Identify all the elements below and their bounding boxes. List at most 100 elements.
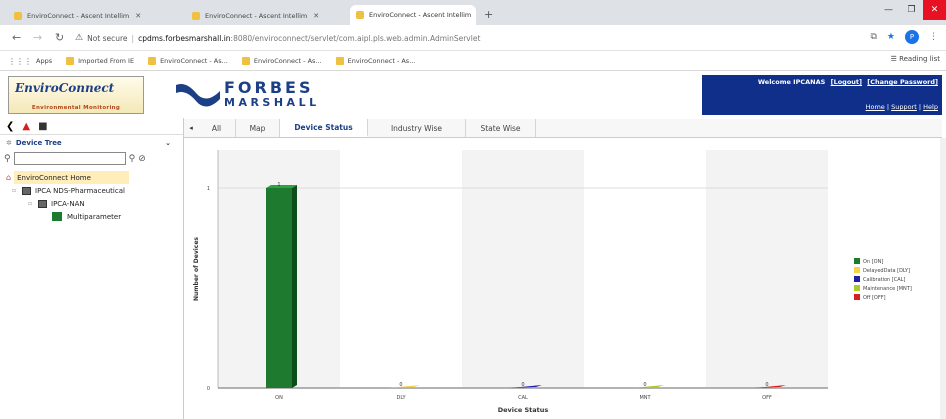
data-label: 0 [765, 382, 768, 388]
tab-industry-wise[interactable]: Industry Wise [368, 119, 466, 137]
support-link[interactable]: Support [891, 103, 917, 111]
window-close-icon[interactable]: ✕ [923, 0, 946, 20]
chart-bar-on [266, 188, 292, 388]
new-tab-icon[interactable]: + [484, 8, 493, 21]
home-link[interactable]: Home [866, 103, 885, 111]
data-label: 1 [277, 182, 280, 188]
sidebar-toolbar: ❮ ▲ ■ [0, 118, 183, 134]
expand-icon[interactable]: ▫ [28, 200, 38, 207]
bookmark-enviroconnect-2[interactable]: EnviroConnect - As... [241, 56, 322, 65]
vehicle-icon[interactable]: ■ [38, 121, 47, 132]
forward-arrow-icon[interactable]: → [33, 31, 42, 44]
chevron-down-icon[interactable]: ⌄ [165, 139, 171, 147]
legend-swatch [854, 294, 860, 300]
tab-state-wise[interactable]: State Wise [466, 119, 536, 137]
address-bar: ← → ↻ ⚠ Not secure | cpdms.forbesmarshal… [0, 25, 946, 51]
tree-node-label: Multiparameter [67, 212, 122, 221]
logo-wave-icon [176, 84, 220, 107]
expand-icon[interactable]: ▫ [12, 187, 22, 194]
bookmark-label: Imported From IE [78, 56, 135, 65]
device-tree: ⌂ EnviroConnect Home ▫ IPCA NDS-Pharmace… [0, 167, 183, 223]
x-tick-label: MNT [639, 395, 651, 401]
tree-search-input[interactable] [13, 152, 126, 165]
extension-icon[interactable]: ⧉ [870, 32, 876, 42]
bookmark-enviroconnect-1[interactable]: EnviroConnect - As... [148, 56, 228, 65]
alert-icon[interactable]: ▲ [22, 121, 30, 132]
content-tabs: ◂ All Map Device Status Industry Wise St… [184, 119, 942, 138]
window-controls: — ❐ ✕ [877, 0, 946, 20]
close-icon[interactable]: ✕ [313, 12, 319, 20]
search-filter-icon: ⚲ [4, 153, 11, 164]
tab-map[interactable]: Map [236, 119, 280, 137]
folder-icon [38, 199, 47, 208]
clear-icon[interactable]: ⊘ [138, 154, 146, 164]
home-icon: ⌂ [6, 173, 12, 182]
legend-label: DelayedData [DLY] [863, 268, 910, 274]
bookmark-imported[interactable]: Imported From IE [66, 56, 135, 65]
app-header: EnviroConnect Environmental Monitoring F… [0, 71, 946, 118]
device-status-icon [52, 212, 62, 221]
y-axis-title: Number of Devices [193, 237, 200, 301]
folder-icon [66, 56, 75, 65]
bookmark-label: EnviroConnect - As... [160, 56, 228, 65]
reload-icon[interactable]: ↻ [55, 31, 64, 44]
browser-tab-bar: EnviroConnect - Ascent Intellim ✕ Enviro… [0, 0, 946, 25]
tree-node-ipca-nan[interactable]: ▫ IPCA-NAN [0, 197, 183, 210]
logo-text-line2: MARSHALL [224, 96, 320, 109]
reading-list-icon: ☰ [890, 55, 900, 63]
bookmark-label: Apps [36, 56, 53, 65]
url-path: :8080/enviroconnect/servlet/com.aipl.pls… [230, 33, 481, 43]
minimize-icon[interactable]: — [877, 0, 900, 20]
chart-band [706, 150, 828, 388]
tree-node-label: EnviroConnect Home [14, 171, 130, 184]
legend-label: Off [OFF] [863, 295, 886, 301]
chart-svg: 0 1 1 ON 0 DLY 0 CAL 0 MNT 0 OFF Device Status Number… [193, 150, 912, 414]
tree-node-multiparameter[interactable]: Multiparameter [0, 210, 183, 223]
profile-avatar[interactable]: P [905, 30, 919, 44]
browser-tab-3[interactable]: EnviroConnect - Ascent Intellim ✕ [350, 5, 476, 25]
browser-tab-1[interactable]: EnviroConnect - Ascent Intellim ✕ [8, 6, 186, 25]
menu-dots-icon[interactable]: ⋮ [929, 32, 938, 42]
legend-label: Maintenance [MNT] [863, 286, 912, 292]
tree-node-home[interactable]: ⌂ EnviroConnect Home [0, 171, 183, 184]
tab-device-status[interactable]: Device Status [280, 119, 368, 137]
tree-node-label: IPCA NDS-Pharmaceutical [35, 186, 125, 195]
favicon-icon [192, 11, 200, 20]
not-secure-label: Not secure [87, 33, 128, 43]
browser-tab-2[interactable]: EnviroConnect - Ascent Intellim ✕ [186, 6, 348, 25]
chart-band [340, 150, 462, 388]
maximize-icon[interactable]: ❐ [900, 0, 923, 20]
legend-label: On [ON] [863, 259, 883, 265]
x-axis-title: Device Status [498, 406, 549, 414]
device-tree-header[interactable]: ✲ Device Tree ⌄ [0, 134, 183, 150]
scrollbar[interactable] [940, 138, 946, 419]
bookmark-star-icon[interactable]: ★ [887, 32, 895, 42]
tab-title: EnviroConnect - Ascent Intellim [369, 11, 472, 19]
collapse-sidebar-icon[interactable]: ◂ [184, 119, 198, 137]
favicon-icon [356, 11, 364, 19]
tree-icon: ✲ [6, 138, 12, 147]
url-field[interactable]: ⚠ Not secure | cpdms.forbesmarshall.in:8… [75, 28, 895, 48]
back-icon[interactable]: ❮ [6, 121, 14, 132]
enviroconnect-logo: EnviroConnect Environmental Monitoring [8, 76, 144, 114]
reading-list[interactable]: ☰ Reading list [891, 55, 940, 63]
bookmark-apps[interactable]: ⋮⋮⋮ Apps [8, 56, 53, 66]
change-password-link[interactable]: [Change Password] [867, 78, 938, 86]
legend-swatch [854, 285, 860, 291]
chart-band [584, 150, 706, 388]
y-tick-label: 1 [207, 186, 210, 192]
tree-node-ipca-nds[interactable]: ▫ IPCA NDS-Pharmaceutical [0, 184, 183, 197]
url-host: cpdms.forbesmarshall.in [138, 33, 231, 43]
warning-icon: ⚠ [75, 33, 84, 43]
user-links-panel: Welcome IPCANAS [Logout] [Change Passwor… [702, 75, 942, 115]
x-tick-label: OFF [762, 395, 772, 401]
help-link[interactable]: Help [923, 103, 938, 111]
data-label: 0 [399, 382, 402, 388]
close-icon[interactable]: ✕ [135, 12, 141, 20]
tab-all[interactable]: All [198, 119, 236, 137]
logo-text-line1: FORBES [224, 78, 314, 97]
back-arrow-icon[interactable]: ← [12, 31, 21, 44]
search-icon[interactable]: ⚲ [129, 154, 136, 164]
bookmark-enviroconnect-3[interactable]: EnviroConnect - As... [335, 56, 415, 65]
logout-link[interactable]: [Logout] [831, 78, 862, 86]
